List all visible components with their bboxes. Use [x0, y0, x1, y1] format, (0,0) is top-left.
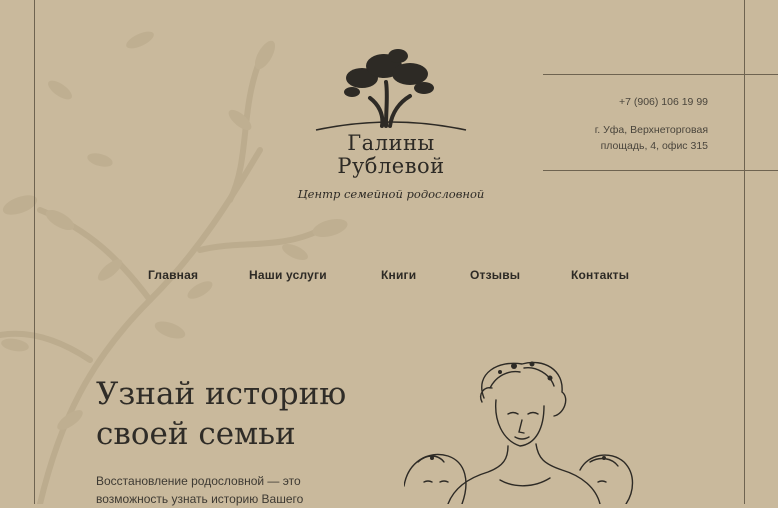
hero-text-line1: Восстановление родословной — это	[96, 474, 301, 488]
site-logo[interactable]: Галины Рублевой Центр семейной родословн…	[296, 44, 486, 209]
nav-item-home[interactable]: Главная	[148, 268, 198, 282]
main-nav: Главная Наши услуги Книги Отзывы Контакт…	[0, 268, 778, 288]
family-illustration	[404, 361, 634, 504]
logo-title-line2: Рублевой	[337, 154, 445, 178]
right-frame-line	[744, 0, 745, 504]
contacts-bottom-line	[543, 170, 778, 171]
contacts-top-line	[543, 74, 778, 75]
nav-item-books[interactable]: Книги	[381, 268, 416, 282]
phone-link[interactable]: +7 (906) 106 19 99	[595, 94, 708, 110]
hero-text-line2: возможность узнать историю Вашего	[96, 492, 304, 506]
olive-tree-icon	[315, 49, 467, 131]
nav-item-contacts[interactable]: Контакты	[571, 268, 629, 282]
nav-item-reviews[interactable]: Отзывы	[470, 268, 520, 282]
logo-title-line1: Галины	[347, 131, 435, 155]
nav-item-services[interactable]: Наши услуги	[249, 268, 327, 282]
address-line-1: г. Уфа, Верхнеторговая	[594, 124, 708, 136]
address-line-2: площадь, 4, офис 315	[600, 140, 708, 152]
contact-info: +7 (906) 106 19 99 г. Уфа, Верхнеторгова…	[595, 94, 708, 154]
hero-title: Узнай историю своей семьи	[96, 374, 416, 454]
left-frame-line	[34, 0, 35, 504]
hero-title-line1: Узнай историю	[96, 376, 347, 412]
logo-tagline: Центр семейной родословной	[297, 187, 485, 201]
hero-description: Восстановление родословной — это возможн…	[96, 472, 356, 508]
hero-title-line2: своей семьи	[96, 416, 296, 452]
